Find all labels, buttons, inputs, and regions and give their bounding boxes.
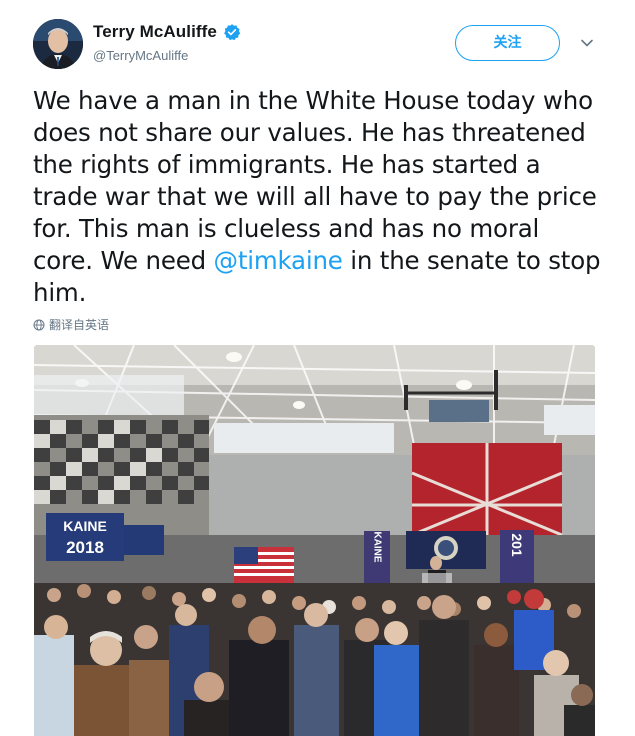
globe-icon <box>33 319 45 331</box>
name-row: Terry McAuliffe <box>93 22 241 42</box>
mention-link[interactable]: @timkaine <box>214 246 343 275</box>
chevron-down-icon[interactable] <box>578 34 596 52</box>
display-name[interactable]: Terry McAuliffe <box>93 22 217 42</box>
avatar[interactable] <box>33 19 83 69</box>
banner-mid: KAINE <box>372 531 383 562</box>
translate-label: 翻译自英语 <box>49 318 110 332</box>
sign-left-line1: KAINE <box>63 518 107 534</box>
tweet-text: We have a man in the White House today w… <box>33 85 603 309</box>
tweet-header: Terry McAuliffe @TerryMcAuliffe 关注 <box>0 0 635 80</box>
sign-left-line2: 2018 <box>66 538 104 557</box>
user-handle[interactable]: @TerryMcAuliffe <box>93 48 188 63</box>
banner-right: 201 <box>509 533 525 557</box>
follow-button[interactable]: 关注 <box>455 25 560 61</box>
tweet-photo[interactable]: KAINE 2018 KAINE 201 <box>34 345 595 736</box>
verified-badge-icon <box>223 23 241 41</box>
translate-link[interactable]: 翻译自英语 <box>33 316 109 333</box>
